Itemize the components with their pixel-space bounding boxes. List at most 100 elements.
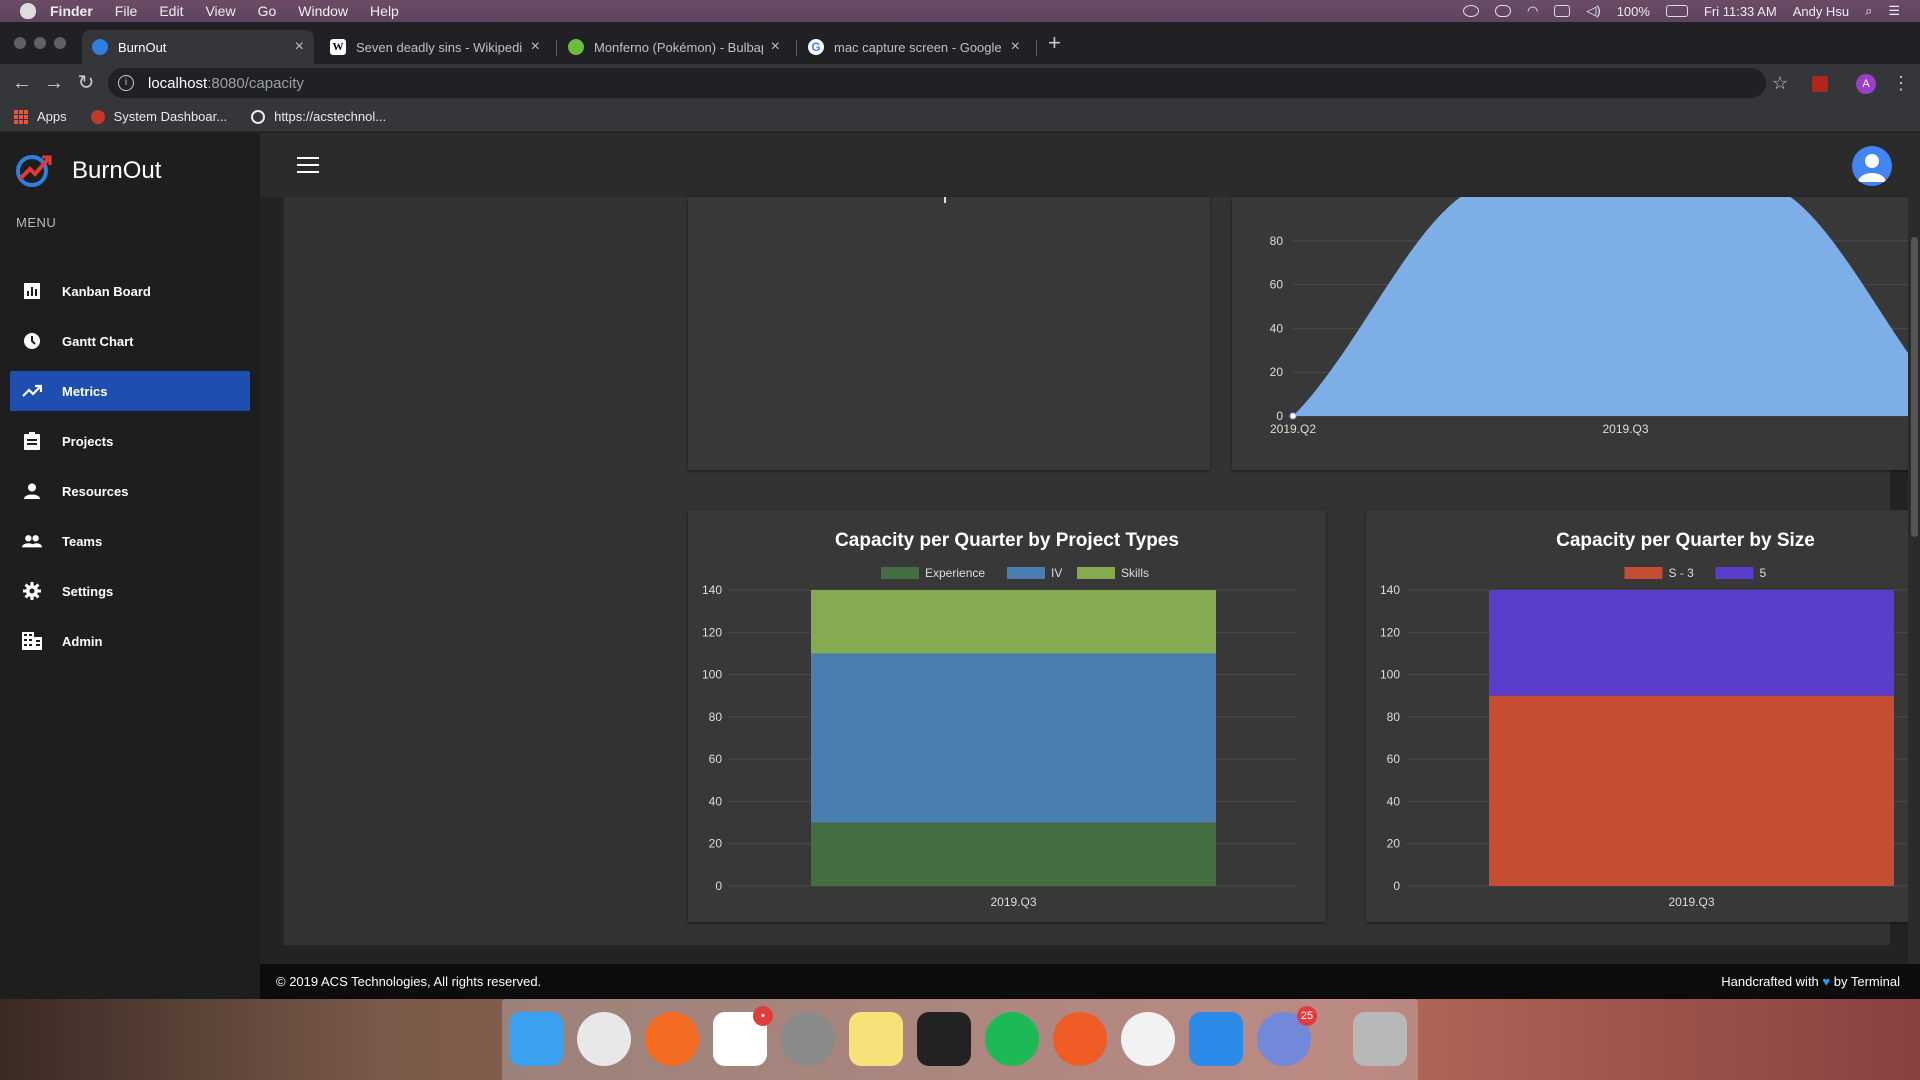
more-menu-icon[interactable]: ⋮ (1892, 73, 1910, 94)
terminal-icon[interactable] (917, 1012, 971, 1066)
credit-left: Handcrafted with (1721, 974, 1819, 989)
menu-file[interactable]: File (115, 3, 138, 19)
forward-icon[interactable]: → (42, 71, 66, 95)
legend-swatch (1715, 567, 1754, 579)
close-window-icon[interactable] (14, 37, 26, 49)
legend-swatch (1007, 567, 1045, 579)
bookmark-acstechnologies[interactable]: https://acstechnol... (251, 109, 386, 124)
close-tab-icon[interactable]: × (771, 38, 780, 56)
y-tick-label: 80 (1270, 234, 1284, 248)
vscode-icon[interactable] (1189, 1012, 1243, 1066)
nav-settings[interactable]: Settings (10, 571, 250, 611)
back-icon[interactable]: ← (10, 71, 34, 95)
apps-grid-icon (14, 109, 28, 124)
info-icon[interactable]: i (118, 75, 134, 91)
app-sidebar: BurnOut MENU Kanban Board Gantt Chart Me… (0, 133, 260, 999)
volume-icon[interactable]: ◁) (1586, 3, 1600, 19)
nav-resources[interactable]: Resources (10, 471, 250, 511)
bookmark-apps[interactable]: Apps (14, 109, 67, 124)
close-tab-icon[interactable]: × (1011, 38, 1020, 56)
tab-wikipedia[interactable]: W Seven deadly sins - Wikipedia × (320, 30, 550, 64)
trash-icon[interactable] (1353, 1012, 1407, 1066)
cyberduck-icon[interactable] (1121, 1012, 1175, 1066)
close-tab-icon[interactable]: × (295, 38, 304, 56)
y-tick-label: 40 (1270, 321, 1284, 335)
user-name[interactable]: Andy Hsu (1793, 4, 1849, 19)
firefox-icon[interactable] (645, 1012, 699, 1066)
wifi-icon[interactable]: ◠ (1527, 3, 1538, 19)
cloud-icon[interactable] (1495, 5, 1512, 17)
credit-right: by Terminal (1833, 974, 1900, 989)
tab-burnout[interactable]: BurnOut × (82, 30, 314, 64)
zoom-window-icon[interactable] (54, 37, 66, 49)
nav-kanban-board[interactable]: Kanban Board (10, 271, 250, 311)
nav-label: Settings (62, 583, 114, 599)
burnout-icon (92, 39, 108, 55)
legend-swatch (1077, 567, 1115, 579)
address-bar[interactable]: i localhost:8080/capacity (108, 68, 1766, 98)
postman-icon[interactable] (1053, 1012, 1107, 1066)
menu-finder[interactable]: Finder (50, 3, 93, 19)
bar-segment (811, 822, 1216, 886)
nav-gantt-chart[interactable]: Gantt Chart (10, 321, 250, 361)
airplay-icon[interactable] (1554, 5, 1571, 17)
copyright-text: © 2019 ACS Technologies, All rights rese… (276, 974, 542, 989)
nav-teams[interactable]: Teams (10, 521, 250, 561)
legend-swatch (881, 567, 919, 579)
stacked-bar-chart-size: 0 20 40 60 80 100 120 140 S - 3 5 2019.Q3 (1380, 566, 1920, 909)
nav-metrics[interactable]: Metrics (10, 371, 250, 411)
y-tick-label: 60 (1387, 752, 1401, 766)
tab-google[interactable]: G mac capture screen - Google Search × (798, 30, 1030, 64)
hamburger-menu-icon[interactable] (297, 157, 319, 173)
nav-label: Resources (62, 483, 129, 499)
menu-view[interactable]: View (205, 3, 235, 19)
clock[interactable]: Fri 11:33 AM (1704, 4, 1777, 19)
menu-window[interactable]: Window (298, 3, 348, 19)
nav-projects[interactable]: Projects (10, 421, 250, 461)
area-series (1293, 197, 1920, 416)
bar-segment (811, 590, 1216, 654)
ublock-icon[interactable] (1812, 76, 1828, 92)
finder-icon[interactable] (509, 1012, 563, 1066)
gear-icon (22, 581, 42, 601)
nav-label: Kanban Board (62, 283, 151, 299)
user-avatar-icon[interactable] (1852, 146, 1892, 186)
y-tick-label: 0 (1276, 409, 1283, 423)
menu-go[interactable]: Go (258, 3, 277, 19)
chrome-icon[interactable] (577, 1012, 631, 1066)
y-tick-label: 100 (1380, 668, 1400, 682)
apple-icon[interactable] (20, 3, 36, 19)
bookmark-system-dashboard[interactable]: System Dashboar... (90, 109, 227, 124)
x-tick-label: 2019.Q3 (1668, 895, 1714, 909)
notification-center-icon[interactable]: ☰ (1888, 3, 1900, 19)
burnout-logo-icon (16, 155, 52, 187)
minimize-window-icon[interactable] (34, 37, 46, 49)
y-tick-label: 20 (709, 837, 723, 851)
new-tab-icon[interactable]: + (1048, 30, 1061, 56)
scrollbar-thumb[interactable] (1911, 237, 1918, 537)
legend-label: IV (1051, 566, 1062, 580)
spotlight-icon[interactable]: ⌕ (1865, 3, 1872, 19)
browser-tab-strip: BurnOut × W Seven deadly sins - Wikipedi… (0, 22, 1920, 64)
close-tab-icon[interactable]: × (531, 38, 540, 56)
menu-help[interactable]: Help (370, 3, 399, 19)
battery-icon[interactable] (1665, 5, 1688, 17)
credit-text: Handcrafted with ♥ by Terminal (1721, 974, 1900, 989)
scrollbar[interactable] (1908, 197, 1920, 964)
nav-admin[interactable]: Admin (10, 621, 250, 661)
x-tick-label: 2019.Q2 (1270, 422, 1316, 436)
bar-segment (811, 653, 1216, 823)
tab-title: Monferno (Pokémon) - Bulbapedia (594, 39, 763, 55)
battery-percent[interactable]: 100% (1617, 4, 1650, 19)
notes-icon[interactable] (849, 1012, 903, 1066)
chart-card-empty (688, 197, 1210, 470)
system-preferences-icon[interactable] (781, 1012, 835, 1066)
browser-toolbar: ← → ↻ i localhost:8080/capacity ☆ A ⋮ (0, 64, 1920, 102)
menu-edit[interactable]: Edit (159, 3, 183, 19)
reload-icon[interactable]: ↻ (74, 71, 98, 95)
spotify-icon[interactable] (985, 1012, 1039, 1066)
tab-bulbapedia[interactable]: Monferno (Pokémon) - Bulbapedia × (558, 30, 790, 64)
profile-avatar-icon[interactable]: A (1856, 74, 1876, 94)
creative-cloud-icon[interactable] (1463, 5, 1480, 17)
bookmark-star-icon[interactable]: ☆ (1772, 73, 1788, 94)
